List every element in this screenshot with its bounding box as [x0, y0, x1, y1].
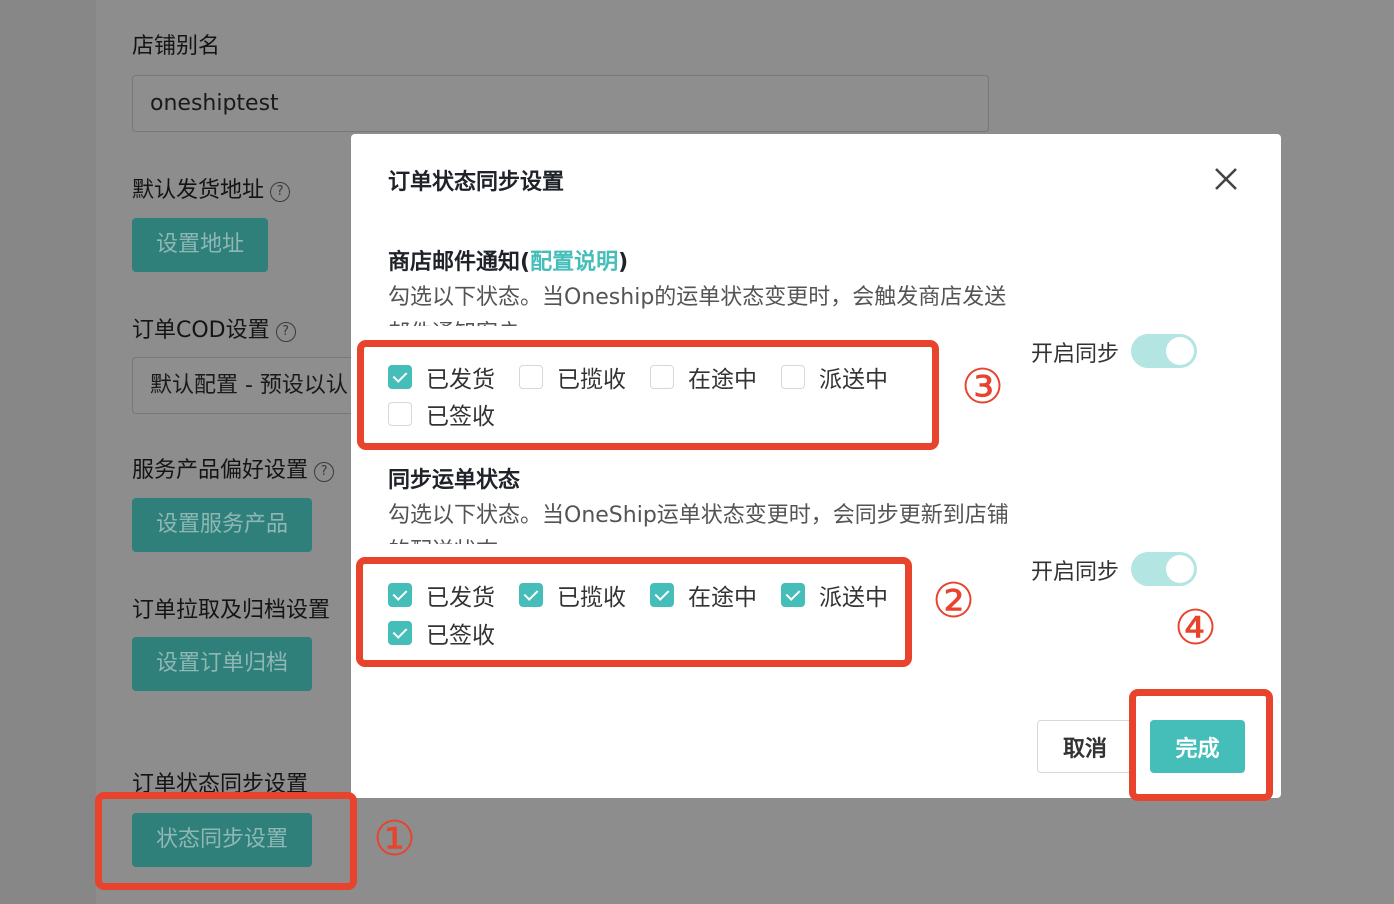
- default-address-label-text: 默认发货地址: [132, 178, 265, 203]
- sync-section-desc: 勾选以下状态。当OneShip运单状态变更时，会同步更新到店铺的配送状态: [388, 503, 1009, 544]
- cod-label-text: 订单COD设置: [132, 318, 270, 343]
- annotation-number-3: ③: [961, 359, 1005, 415]
- service-pref-label-text: 服务产品偏好设置: [132, 458, 309, 483]
- annotation-number-4: ④: [1174, 600, 1218, 656]
- email-section-desc: 勾选以下状态。当Oneship的运单状态变更时，会触发商店发送邮件通知客户: [388, 285, 1007, 326]
- config-help-link[interactable]: 配置说明: [530, 250, 618, 275]
- background-sidebar: [0, 0, 96, 904]
- toggle-knob: [1166, 337, 1194, 365]
- annotation-number-2: ②: [932, 573, 976, 629]
- annotation-box-3: [357, 340, 939, 450]
- shipment-sync-label: 开启同步: [1031, 560, 1120, 585]
- help-icon[interactable]: ?: [275, 322, 296, 342]
- cod-label: 订单COD设置?: [132, 312, 296, 344]
- annotation-number-1: ①: [373, 811, 417, 867]
- annotation-box-4: [1129, 689, 1273, 801]
- help-icon[interactable]: ?: [270, 182, 291, 202]
- close-icon[interactable]: [1211, 164, 1241, 194]
- store-alias-label: 店铺别名: [132, 34, 221, 59]
- email-title-prefix: 商店邮件通知(: [388, 250, 531, 275]
- store-alias-input[interactable]: oneshiptest: [132, 75, 989, 132]
- set-service-button[interactable]: 设置服务产品: [132, 498, 313, 552]
- cod-select[interactable]: 默认配置 - 预设以认: [132, 357, 362, 414]
- default-address-label: 默认发货地址?: [132, 172, 291, 204]
- dialog-title: 订单状态同步设置: [388, 170, 565, 195]
- annotation-box-1: [95, 792, 357, 890]
- sync-section-title: 同步运单状态: [388, 468, 521, 493]
- help-icon[interactable]: ?: [314, 462, 335, 482]
- set-address-button[interactable]: 设置地址: [132, 218, 269, 272]
- order-pull-label: 订单拉取及归档设置: [132, 598, 331, 623]
- toggle-knob: [1166, 555, 1194, 583]
- set-archive-button[interactable]: 设置订单归档: [132, 637, 313, 691]
- email-sync-toggle[interactable]: [1131, 334, 1197, 368]
- shipment-sync-toggle[interactable]: [1131, 552, 1197, 586]
- email-section-title: 商店邮件通知(配置说明): [388, 244, 628, 276]
- email-title-suffix: ): [618, 250, 629, 275]
- email-sync-label: 开启同步: [1031, 342, 1120, 367]
- cancel-button[interactable]: 取消: [1037, 720, 1133, 773]
- annotation-box-2: [356, 557, 912, 667]
- service-pref-label: 服务产品偏好设置?: [132, 452, 335, 484]
